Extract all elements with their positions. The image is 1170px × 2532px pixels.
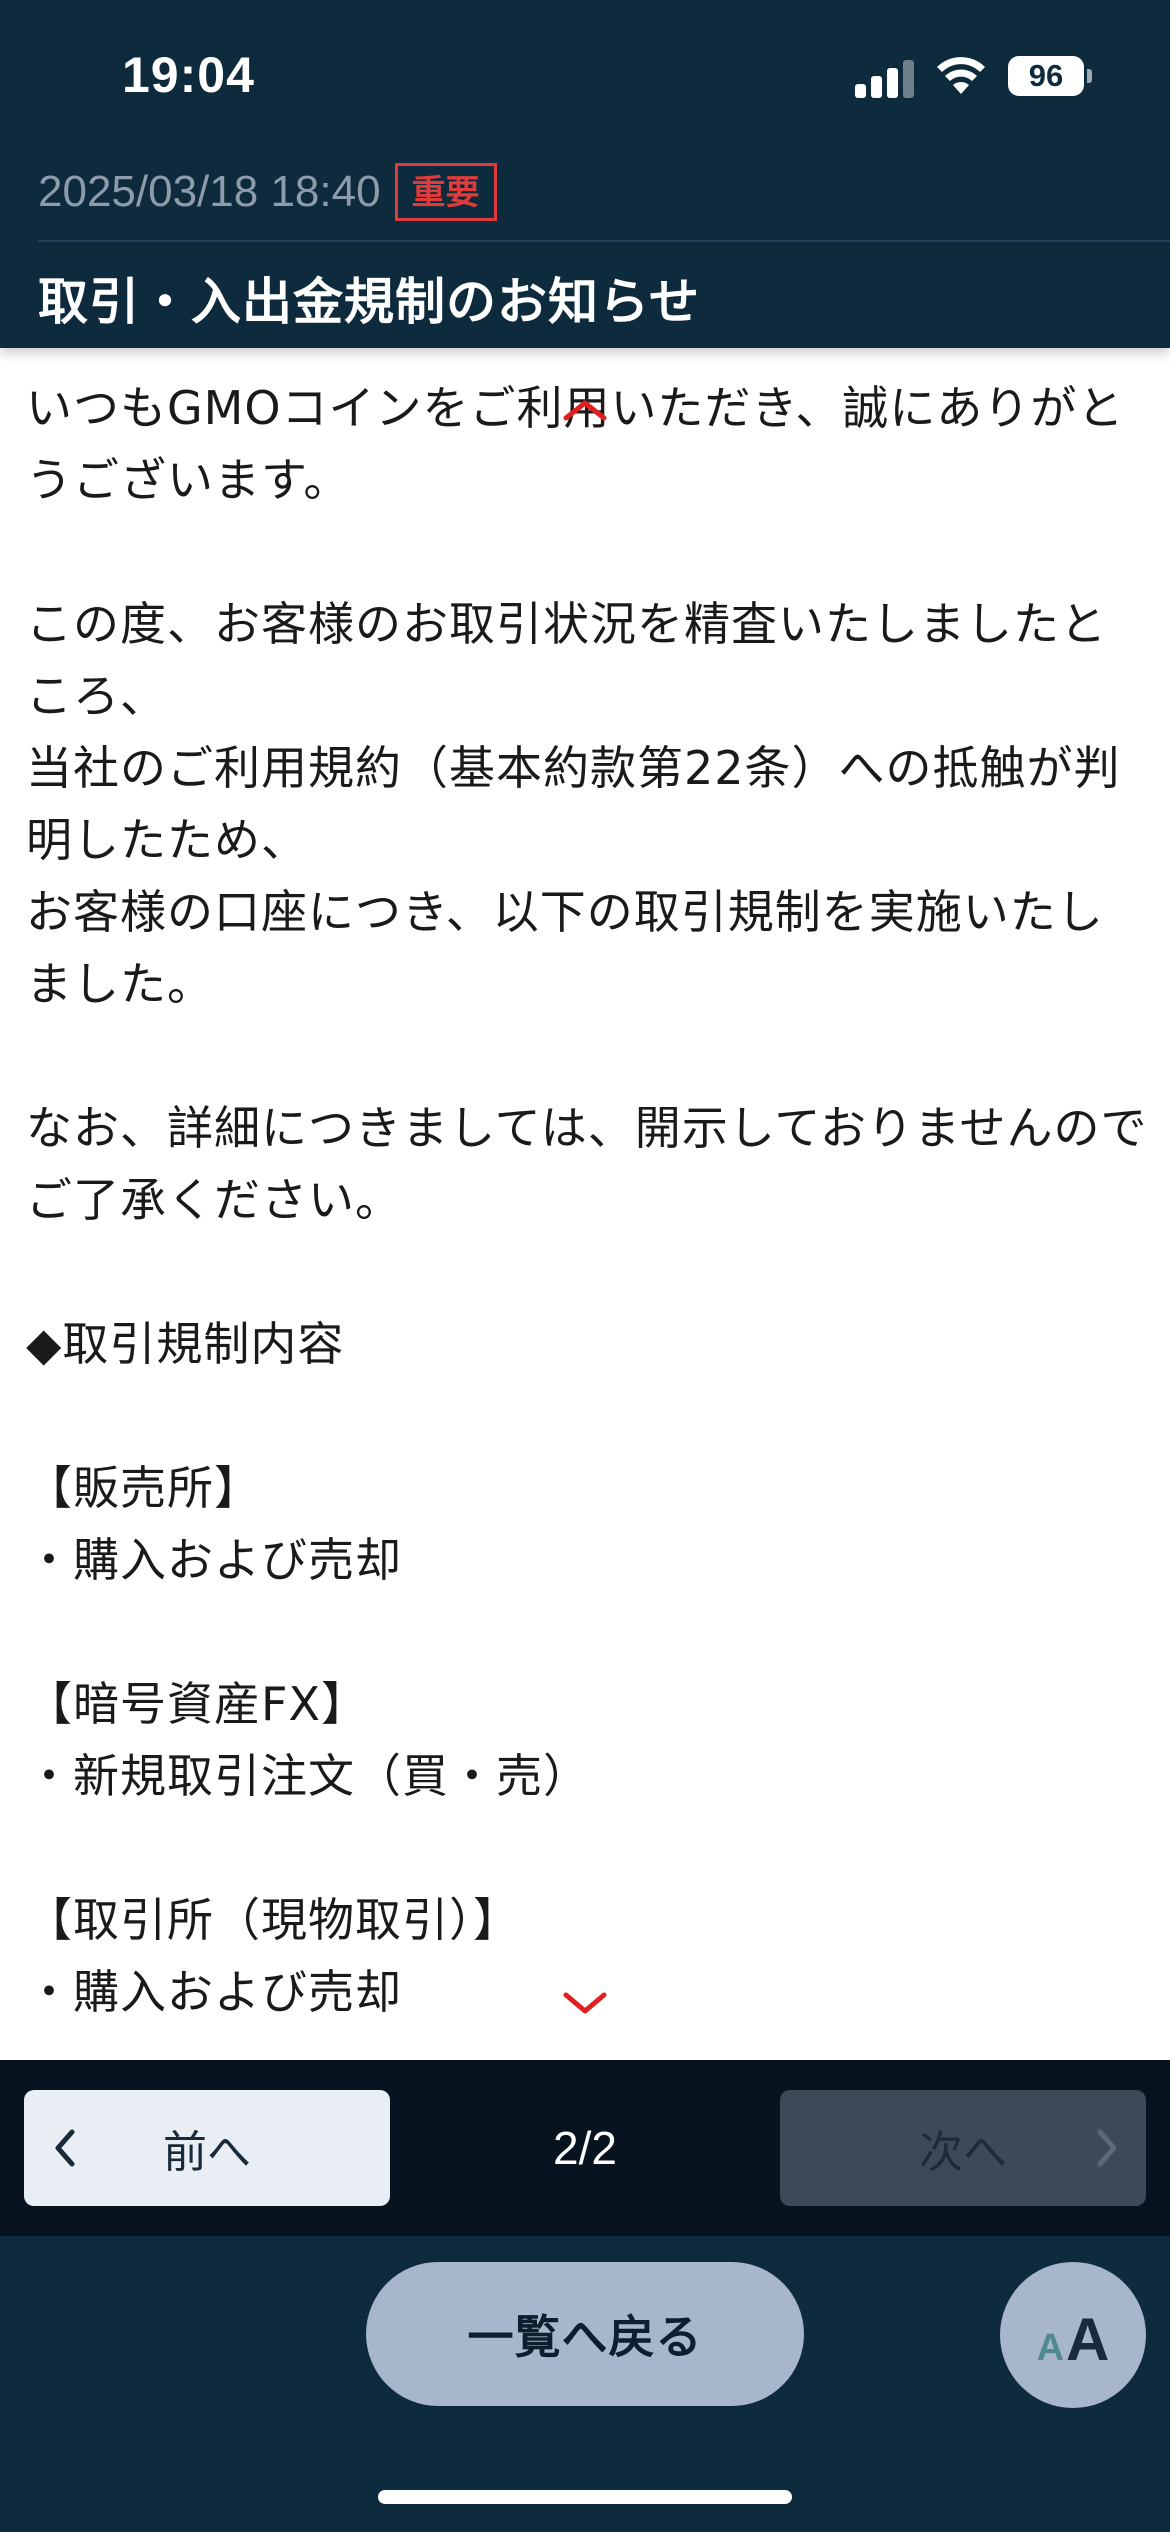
- status-bar: 19:04 96: [0, 0, 1170, 150]
- chevron-up-icon[interactable]: [562, 398, 608, 422]
- chevron-left-icon: [55, 2129, 75, 2167]
- notice-header: 19:04 96 2025/03/18 18:40 重要 取引・入出金規制のお知…: [0, 0, 1170, 348]
- restriction-heading: 【暗号資産FX】: [26, 1677, 368, 1731]
- restriction-detail: ・新規取引注文（買・売）: [26, 1749, 590, 1803]
- importance-badge: 重要: [394, 163, 497, 221]
- prev-label: 前へ: [163, 2127, 251, 2178]
- body-paragraph: この度、お客様のお取引状況を精査いたしましたところ、: [26, 597, 1107, 723]
- font-size-small-a: A: [1036, 2327, 1065, 2369]
- next-button[interactable]: 次へ: [780, 2090, 1146, 2206]
- notice-date: 2025/03/18 18:40: [38, 167, 381, 216]
- notice-meta: 2025/03/18 18:40 重要: [38, 163, 497, 221]
- body-disclaimer: なお、詳細につきましては、開示しておりませんのでご了承ください。: [26, 1101, 1148, 1227]
- wifi-icon: [937, 57, 985, 94]
- bottom-bar: 一覧へ戻る A A: [0, 2236, 1170, 2532]
- body-paragraph: お客様の口座につき、以下の取引規制を実施いたしました。: [26, 885, 1104, 1011]
- notice-title: 取引・入出金規制のお知らせ: [38, 273, 700, 331]
- section-heading: ◆取引規制内容: [26, 1317, 345, 1371]
- status-time: 19:04: [122, 47, 255, 103]
- battery-level: 96: [1008, 56, 1084, 96]
- chevron-down-icon[interactable]: [562, 1990, 608, 2016]
- page-indicator: 2/2: [553, 2122, 617, 2174]
- next-label: 次へ: [919, 2127, 1007, 2178]
- chevron-right-icon: [1097, 2129, 1117, 2167]
- back-to-list-button[interactable]: 一覧へ戻る: [366, 2262, 804, 2406]
- font-size-large-a: A: [1066, 2306, 1110, 2373]
- prev-button[interactable]: 前へ: [24, 2090, 390, 2206]
- notice-body: いつもGMOコインをご利用いただき、誠にありがとうございます。 この度、お客様の…: [26, 372, 1150, 2028]
- battery-icon: 96: [1008, 56, 1092, 96]
- restriction-heading: 【販売所】: [26, 1461, 261, 1515]
- signal-icon: [855, 58, 915, 98]
- font-size-button[interactable]: A A: [1000, 2262, 1146, 2408]
- body-greeting: いつもGMOコインをご利用いただき、誠にありがとうございます。: [26, 381, 1125, 507]
- body-paragraph: 当社のご利用規約（基本約款第22条）への抵触が判明したため、: [26, 741, 1121, 867]
- pager-bar: 前へ 2/2 次へ: [0, 2060, 1170, 2236]
- restriction-detail: ・購入および売却: [26, 1533, 402, 1587]
- header-divider: [38, 240, 1170, 242]
- home-indicator[interactable]: [378, 2490, 792, 2504]
- restriction-heading: 【取引所（現物取引）】: [26, 1893, 520, 1947]
